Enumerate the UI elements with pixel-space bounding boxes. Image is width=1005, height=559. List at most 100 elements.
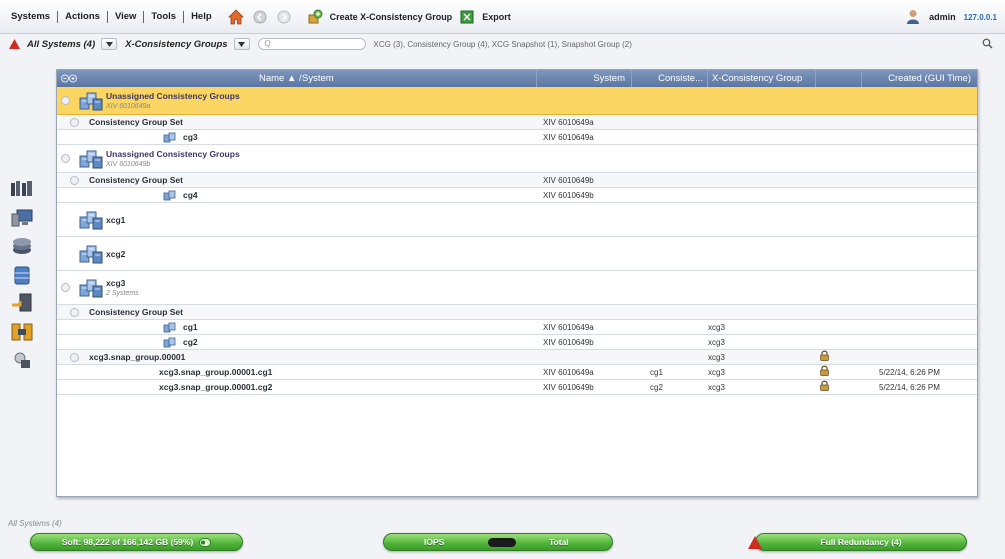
consistency-group-icon bbox=[79, 243, 103, 265]
view-dropdown[interactable] bbox=[233, 38, 250, 50]
row-title: cg4 bbox=[183, 190, 198, 200]
export-icon[interactable] bbox=[458, 8, 476, 26]
table-row[interactable]: Consistency Group Set XIV 6010649a bbox=[57, 115, 977, 130]
row-expander-icon[interactable] bbox=[61, 154, 70, 163]
xcg-cell: xcg3 bbox=[708, 367, 725, 377]
row-title: xcg1 bbox=[106, 214, 126, 225]
row-label: xcg3 2 Systems bbox=[106, 278, 139, 297]
system-cell: XIV 6010649a bbox=[543, 117, 594, 127]
system-cell: XIV 6010649b bbox=[543, 175, 594, 185]
security-icon[interactable] bbox=[10, 349, 34, 371]
menu-systems[interactable]: Systems bbox=[4, 11, 57, 22]
row-title: cg2 bbox=[183, 337, 198, 347]
table-row[interactable]: xcg2 bbox=[57, 237, 977, 271]
table-row[interactable]: xcg3.snap_group.00001.cg1 XIV 6010649a cg1… bbox=[57, 365, 977, 380]
column-header-xcg[interactable]: X-Consistency Group bbox=[708, 70, 816, 87]
object-summary: XCG (3), Consistency Group (4), XCG Snap… bbox=[373, 39, 632, 49]
table-row[interactable]: cg4 XIV 6010649b bbox=[57, 188, 977, 203]
system-cell: XIV 6010649b bbox=[543, 337, 594, 347]
forward-icon[interactable] bbox=[275, 8, 293, 26]
home-icon[interactable] bbox=[227, 8, 245, 26]
row-title: Consistency Group Set bbox=[89, 307, 183, 317]
row-title: Unassigned Consistency Groups bbox=[106, 149, 240, 159]
remote-icon[interactable] bbox=[10, 292, 34, 314]
column-header-system[interactable]: System bbox=[537, 70, 632, 87]
menu-bar: Systems Actions View Tools Help Create X… bbox=[0, 0, 1005, 34]
row-expander-icon[interactable] bbox=[70, 307, 79, 317]
system-cell: XIV 6010649a bbox=[543, 132, 594, 142]
menu-actions[interactable]: Actions bbox=[58, 11, 107, 22]
export-button[interactable]: Export bbox=[482, 12, 511, 22]
row-label: Unassigned Consistency Groups XIV 6010649… bbox=[106, 91, 240, 110]
row-label: Unassigned Consistency Groups XIV 6010649… bbox=[106, 149, 240, 168]
table-row[interactable]: cg3 XIV 6010649a bbox=[57, 130, 977, 145]
view-selector[interactable]: X-Consistency Groups bbox=[125, 39, 227, 50]
table-row[interactable]: Consistency Group Set bbox=[57, 305, 977, 320]
row-expander-icon[interactable] bbox=[70, 117, 79, 127]
back-icon[interactable] bbox=[251, 8, 269, 26]
capacity-indicator[interactable]: Soft: 98,222 of 166,142 GB (59%) bbox=[30, 533, 243, 551]
pools-icon[interactable] bbox=[10, 235, 34, 257]
table-row[interactable]: cg2 XIV 6010649b xcg3 bbox=[57, 335, 977, 350]
capacity-toggle-icon[interactable] bbox=[199, 537, 212, 547]
iops-total-toggle[interactable] bbox=[488, 537, 516, 547]
left-nav bbox=[10, 178, 36, 378]
systems-icon[interactable] bbox=[10, 178, 34, 200]
xcg-cell: xcg3 bbox=[708, 337, 725, 347]
row-label: Consistency Group Set bbox=[89, 175, 183, 185]
expand-all-icon[interactable] bbox=[61, 74, 77, 83]
user-name[interactable]: admin bbox=[929, 12, 956, 22]
row-title: xcg3 bbox=[106, 278, 126, 288]
volumes-icon[interactable] bbox=[10, 264, 34, 286]
performance-indicator[interactable]: IOPS Total bbox=[383, 533, 613, 551]
menu-help[interactable]: Help bbox=[184, 11, 219, 22]
column-header-name[interactable]: Name ▲ / System bbox=[57, 70, 537, 87]
status-bar: All Systems (4) Soft: 98,222 of 166,142 … bbox=[0, 512, 1005, 559]
user-icon[interactable] bbox=[904, 8, 922, 26]
xcg-cell: xcg3 bbox=[708, 382, 725, 392]
table-row[interactable]: xcg1 bbox=[57, 203, 977, 237]
row-label: cg1 bbox=[183, 322, 198, 332]
status-systems-label: All Systems (4) bbox=[8, 519, 62, 528]
table-row[interactable]: Unassigned Consistency Groups XIV 6010649… bbox=[57, 145, 977, 173]
system-cell: XIV 6010649a bbox=[543, 367, 594, 377]
redundancy-indicator[interactable]: Full Redundancy (4) bbox=[755, 533, 967, 551]
row-label: cg3 bbox=[183, 132, 198, 142]
row-label: xcg3.snap_group.00001 bbox=[89, 352, 185, 362]
search-icon[interactable] bbox=[982, 38, 993, 49]
filter-input[interactable]: Q bbox=[257, 38, 366, 50]
systems-scope[interactable]: All Systems (4) bbox=[27, 39, 95, 50]
create-xcg-button[interactable]: Create X-Consistency Group bbox=[330, 12, 453, 22]
xcg-cell: xcg3 bbox=[708, 352, 725, 362]
menu-view[interactable]: View bbox=[108, 11, 143, 22]
row-label: xcg3.snap_group.00001.cg2 bbox=[159, 382, 272, 392]
create-xcg-icon[interactable] bbox=[306, 8, 324, 26]
column-header-lock[interactable] bbox=[816, 70, 862, 87]
created-cell: 5/22/14, 6:26 PM bbox=[879, 382, 940, 392]
table-row[interactable]: cg1 XIV 6010649a xcg3 bbox=[57, 320, 977, 335]
row-title: xcg3.snap_group.00001.cg2 bbox=[159, 382, 273, 392]
table-row[interactable]: xcg3.snap_group.00001.cg2 XIV 6010649b cg2… bbox=[57, 380, 977, 395]
cg-icon bbox=[163, 190, 176, 201]
table-row[interactable]: xcg3 2 Systems bbox=[57, 271, 977, 305]
iops-label: IOPS bbox=[424, 537, 445, 547]
xcg-cell: xcg3 bbox=[708, 322, 725, 332]
row-title: xcg3.snap_group.00001 bbox=[89, 352, 186, 362]
row-subtitle: 2 Systems bbox=[106, 290, 139, 297]
table-row[interactable]: Consistency Group Set XIV 6010649b bbox=[57, 173, 977, 188]
table-row[interactable]: Unassigned Consistency Groups XIV 6010649… bbox=[57, 87, 977, 115]
scope-dropdown[interactable] bbox=[101, 38, 118, 50]
column-header-created[interactable]: Created (GUI Time) bbox=[862, 70, 977, 87]
row-label: Consistency Group Set bbox=[89, 117, 183, 127]
row-subtitle: XIV 6010649a bbox=[106, 103, 151, 110]
row-expander-icon[interactable] bbox=[70, 352, 79, 362]
row-expander-icon[interactable] bbox=[70, 175, 79, 185]
row-expander-icon[interactable] bbox=[61, 283, 70, 292]
row-expander-icon[interactable] bbox=[61, 96, 70, 105]
menu-tools[interactable]: Tools bbox=[144, 11, 183, 22]
hosts-icon[interactable] bbox=[10, 207, 34, 229]
access-icon[interactable] bbox=[10, 321, 34, 343]
column-header-consistency[interactable]: Consiste... bbox=[632, 70, 708, 87]
table-row[interactable]: xcg3.snap_group.00001 xcg3 bbox=[57, 350, 977, 365]
total-label: Total bbox=[549, 537, 569, 547]
